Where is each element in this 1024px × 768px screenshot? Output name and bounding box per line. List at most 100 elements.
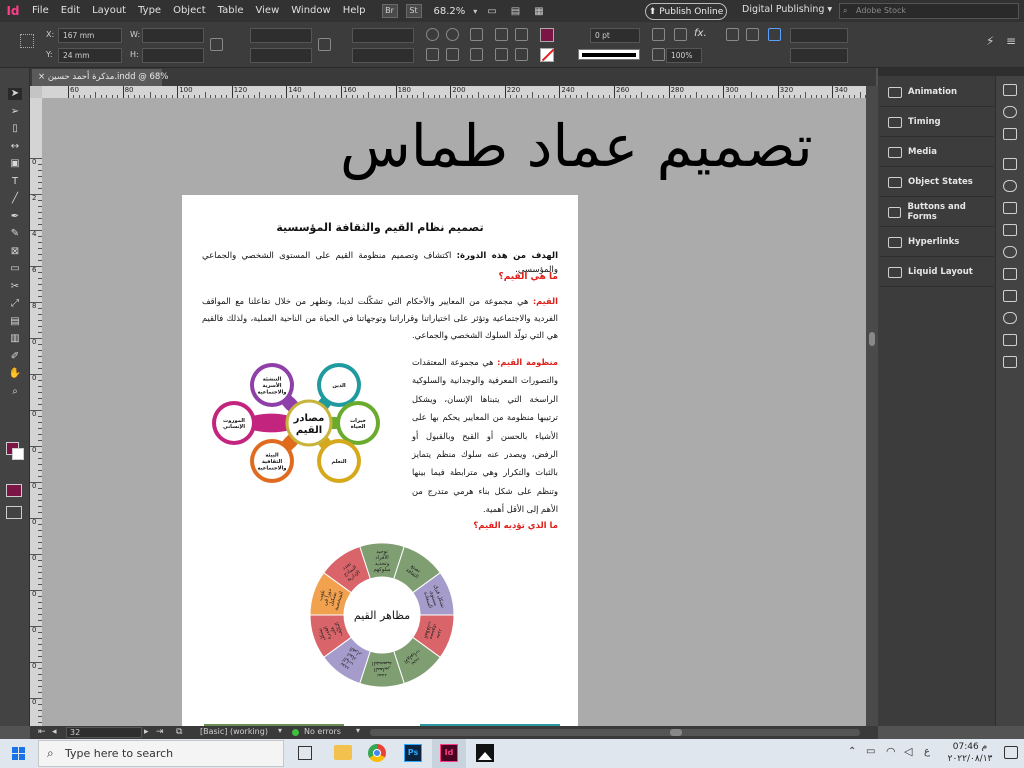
rotate-cw-icon[interactable]	[426, 28, 439, 41]
effects-icon[interactable]	[652, 28, 665, 41]
screen-mode-icon[interactable]	[6, 506, 22, 519]
horizontal-ruler[interactable]: 60 80 100 120 140 160 180 200 220 240 260 280 300 320…	[42, 86, 866, 98]
question-what-values-do[interactable]: ما الذي تؤديه القيم؟	[202, 521, 558, 531]
zoom-level[interactable]: 68.2%	[434, 6, 466, 17]
question-what-are-values[interactable]: ما هي القيم؟	[202, 272, 558, 282]
menu-window[interactable]: Window	[285, 0, 336, 22]
type-tool-icon[interactable]: T	[8, 176, 22, 188]
menu-object[interactable]: Object	[167, 0, 212, 22]
stock-search-input[interactable]: ⌕ Adobe Stock	[839, 3, 1019, 19]
distribute-vertical-icon[interactable]	[515, 48, 528, 61]
direct-selection-tool-icon[interactable]: ➢	[8, 106, 22, 118]
file-explorer-icon[interactable]	[334, 745, 352, 760]
constrain-proportions-icon[interactable]	[210, 38, 223, 51]
chevron-down-icon[interactable]: ▾	[356, 726, 360, 735]
stroke-icon[interactable]	[1003, 158, 1017, 170]
preflight-status[interactable]: No errors	[304, 727, 341, 736]
select-content-icon[interactable]	[446, 48, 459, 61]
document-page[interactable]: تصميم نظام القيم والثقافة المؤسسية الهدف…	[182, 195, 578, 726]
pathfinder-icon[interactable]	[1003, 334, 1017, 346]
hand-tool-icon[interactable]: ✋	[8, 368, 22, 380]
w-field[interactable]	[142, 28, 204, 43]
wifi-icon[interactable]: ◠	[886, 745, 896, 758]
cc-libraries-icon[interactable]	[1003, 224, 1017, 236]
text-wrap-around-icon[interactable]	[746, 28, 759, 41]
rectangle-frame-tool-icon[interactable]: ⊠	[8, 246, 22, 258]
shear-field[interactable]	[352, 48, 414, 63]
values-sources-diagram[interactable]: التنشئة الأسرية والاجتماعيةالدينخبرات الحيا…	[212, 363, 407, 483]
pencil-tool-icon[interactable]: ✎	[8, 228, 22, 240]
lightning-icon[interactable]: ⚡	[986, 34, 994, 48]
chrome-icon[interactable]	[368, 744, 386, 762]
scissors-tool-icon[interactable]: ✂	[8, 281, 22, 293]
photos-icon[interactable]	[476, 744, 494, 762]
fill-swatch[interactable]	[540, 28, 554, 42]
page-tool-icon[interactable]: ▯	[8, 123, 22, 135]
drop-shadow-icon[interactable]	[652, 48, 665, 61]
taskbar-search-input[interactable]: ⌕ Type here to search	[38, 740, 284, 767]
page-number-field[interactable]: 32	[66, 727, 142, 738]
first-page-icon[interactable]: ⇤	[38, 727, 46, 737]
stroke-weight-field[interactable]: 0 pt	[590, 28, 640, 43]
panel-buttons-and-forms[interactable]: Buttons and Forms	[880, 198, 994, 227]
character-styles-icon[interactable]	[1003, 268, 1017, 280]
stroke-color-swatch[interactable]	[12, 448, 24, 460]
view-icon[interactable]: ▤	[511, 6, 520, 17]
vertical-scrollbar[interactable]	[866, 86, 878, 726]
scale-y-field[interactable]	[250, 48, 312, 63]
menu-file[interactable]: File	[26, 0, 55, 22]
panel-liquid-layout[interactable]: Liquid Layout	[880, 258, 994, 287]
panel-media[interactable]: Media	[880, 138, 994, 167]
bridge-badge[interactable]: Br	[381, 4, 398, 18]
free-transform-tool-icon[interactable]: ⤢	[8, 298, 22, 310]
link-icon[interactable]	[318, 38, 331, 51]
chevron-up-icon[interactable]: ⌃	[848, 746, 856, 757]
open-page-icon[interactable]: ⧉	[176, 727, 182, 737]
scroll-thumb[interactable]	[869, 332, 875, 346]
menu-icon[interactable]: ≡	[1006, 34, 1016, 48]
designer-watermark[interactable]: تصميم عماد طماس	[340, 112, 814, 180]
zoom-tool-icon[interactable]: ⌕	[8, 386, 22, 398]
text-wrap-panel-icon[interactable]	[1003, 290, 1017, 302]
frame-icon[interactable]: ▭	[487, 6, 496, 17]
note-tool-icon[interactable]: ▥	[8, 333, 22, 345]
selection-tool-icon[interactable]: ➤	[8, 88, 22, 100]
y-field[interactable]: 24 mm	[58, 48, 122, 63]
reference-point-icon[interactable]	[20, 34, 34, 48]
rotate-ccw-icon[interactable]	[446, 28, 459, 41]
clock[interactable]: 07:46 م ٢٠٢٢/٠٨/١٣	[940, 741, 1000, 765]
panel-object-states[interactable]: Object States	[880, 168, 994, 197]
menu-layout[interactable]: Layout	[86, 0, 132, 22]
workspace-switcher[interactable]: Digital Publishing ▾	[742, 4, 832, 15]
fx-icon[interactable]: fx.	[694, 28, 707, 39]
auto-fit-icon[interactable]	[768, 28, 781, 41]
apply-color-icon[interactable]	[6, 484, 22, 497]
menu-help[interactable]: Help	[337, 0, 372, 22]
pages-icon[interactable]	[1003, 84, 1017, 96]
notifications-icon[interactable]	[1004, 746, 1018, 759]
line-tool-icon[interactable]: ╱	[8, 193, 22, 205]
scale-x-field[interactable]	[250, 28, 312, 43]
swatches-icon[interactable]	[1003, 202, 1017, 214]
photoshop-icon[interactable]: Ps	[404, 744, 422, 762]
paragraph-styles-icon[interactable]	[1003, 246, 1017, 258]
stock-badge[interactable]: St	[405, 4, 422, 18]
arrange-icon[interactable]: ▦	[534, 6, 543, 17]
align-center-icon[interactable]	[515, 28, 528, 41]
windows-start-icon[interactable]	[12, 747, 25, 760]
next-page-icon[interactable]: ▸	[144, 727, 149, 737]
select-container-icon[interactable]	[426, 48, 439, 61]
volume-icon[interactable]: ◁	[904, 745, 912, 758]
ruler-corner[interactable]	[30, 86, 42, 98]
gap-tool-icon[interactable]: ↔	[8, 141, 22, 153]
language-indicator[interactable]: ع	[924, 746, 930, 757]
rectangle-tool-icon[interactable]: ▭	[8, 263, 22, 275]
content-collector-tool-icon[interactable]: ▣	[8, 158, 22, 170]
text-wrap-icon[interactable]	[726, 28, 739, 41]
document-tab[interactable]: × مذكرة أحمد حسين.indd @ 68%	[32, 69, 168, 86]
corner-icon[interactable]	[674, 28, 687, 41]
align-icon[interactable]	[1003, 312, 1017, 324]
indesign-taskbar-icon[interactable]: Id	[440, 744, 458, 762]
publish-online-button[interactable]: ⬆ Publish Online	[645, 3, 727, 20]
previous-page-icon[interactable]: ◂	[52, 727, 57, 737]
